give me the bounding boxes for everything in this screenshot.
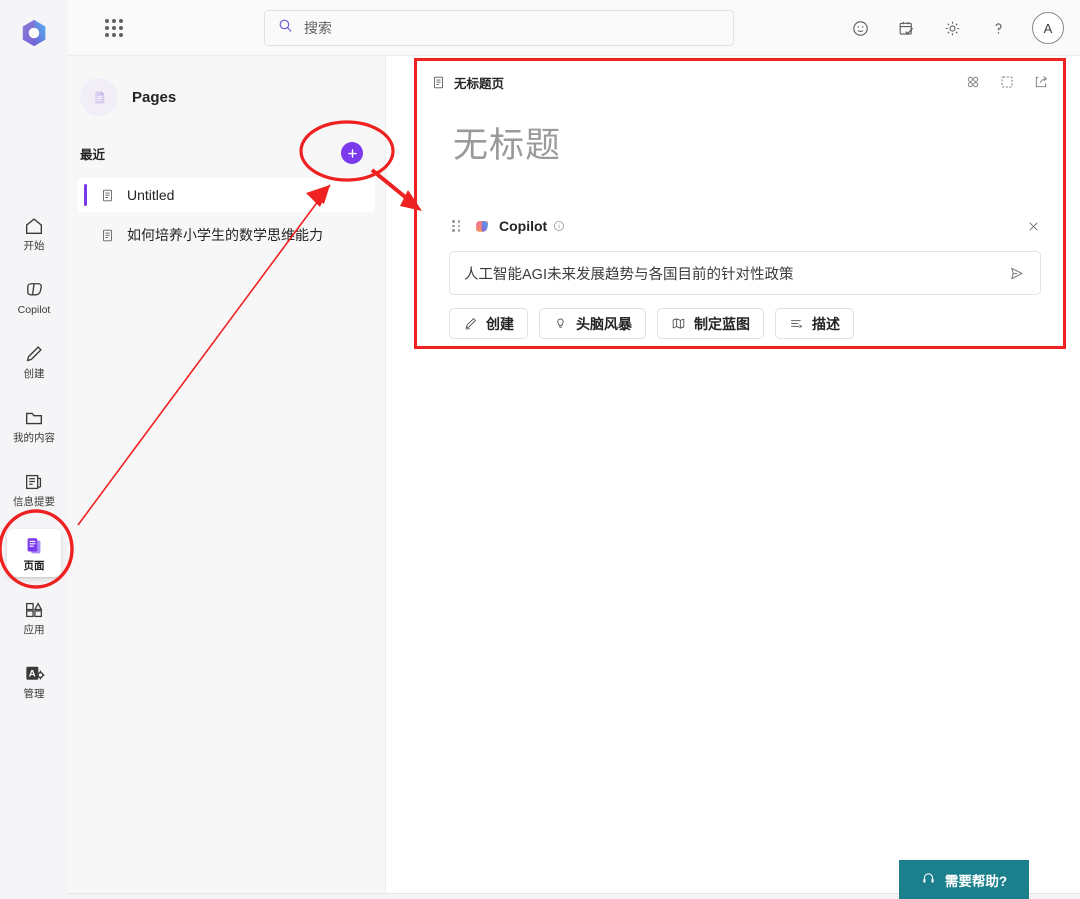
admin-icon: A [22, 662, 46, 686]
rail-item-list: 开始 Copilot 创建 我的内容 信息提要 页面 应用 A 管理 [0, 209, 68, 705]
pages-panel-title: Pages [132, 88, 177, 106]
map-icon [671, 316, 686, 331]
rail-item-pages[interactable]: 页面 [7, 529, 61, 577]
folder-icon [22, 406, 46, 430]
pages-panel-header: Pages [68, 56, 385, 116]
app-launcher-waffle-icon[interactable] [94, 8, 134, 48]
need-help-button[interactable]: 需要帮助? [899, 860, 1029, 899]
dashed-square-icon[interactable] [999, 74, 1015, 90]
copilot-prompt-value: 人工智能AGI未来发展趋势与各国目前的针对性政策 [464, 266, 794, 283]
rail-item-home[interactable]: 开始 [7, 209, 61, 257]
document-header: 无标题页 [417, 61, 1063, 103]
rail-item-apps[interactable]: 应用 [7, 593, 61, 641]
description-lines-icon [789, 316, 804, 331]
add-page-button[interactable] [341, 142, 363, 164]
feedback-smiley-icon[interactable] [844, 12, 876, 44]
apps-grid-icon [22, 598, 46, 622]
svg-text:A: A [28, 669, 35, 680]
rail-item-label: 我的内容 [13, 431, 55, 444]
search-placeholder: 搜索 [304, 20, 332, 36]
pages-panel: Pages 最近 Untitled 如何培养小学生的数学思维能力 [68, 56, 386, 894]
pages-icon [22, 534, 46, 558]
gear-icon[interactable] [936, 12, 968, 44]
describe-button-label: 描述 [812, 315, 840, 332]
send-arrow-icon[interactable] [1007, 264, 1026, 283]
help-question-icon[interactable] [982, 12, 1014, 44]
create-button[interactable]: 创建 [449, 308, 528, 339]
document-card: 无标题页 无标题 Copilot 人工智能AGI未来发展趋势与各国目前的针对性政… [414, 58, 1066, 349]
rail-item-label: 应用 [23, 623, 45, 636]
document-icon [100, 228, 115, 243]
need-help-label: 需要帮助? [944, 873, 1008, 889]
avatar-initial: A [1043, 20, 1053, 36]
microsoft-365-logo[interactable] [14, 13, 54, 53]
rail-item-label: 信息提要 [13, 495, 55, 508]
four-circles-icon[interactable] [965, 74, 981, 90]
document-avatar-icon [80, 78, 118, 116]
document-header-title: 无标题页 [454, 76, 505, 91]
feed-icon [22, 470, 46, 494]
document-icon [431, 75, 446, 90]
share-icon[interactable] [1033, 74, 1049, 90]
document-header-actions [965, 74, 1049, 90]
lightbulb-icon [553, 316, 568, 331]
rail-item-label: 开始 [23, 239, 45, 252]
blueprint-button[interactable]: 制定蓝图 [657, 308, 764, 339]
drag-handle-icon[interactable] [449, 220, 463, 232]
avatar[interactable]: A [1032, 12, 1064, 44]
rail-item-create[interactable]: 创建 [7, 337, 61, 385]
rail-item-copilot[interactable]: Copilot [7, 273, 61, 321]
app-root: 开始 Copilot 创建 我的内容 信息提要 页面 应用 A 管理 搜索 A … [0, 0, 1080, 899]
rail-item-admin[interactable]: A 管理 [7, 657, 61, 705]
rail-item-label: Copilot [17, 303, 51, 316]
left-rail: 开始 Copilot 创建 我的内容 信息提要 页面 应用 A 管理 [0, 0, 68, 899]
list-item-label: Untitled [127, 187, 175, 203]
brainstorm-button-label: 头脑风暴 [576, 315, 632, 332]
top-bar: 搜索 A [68, 0, 1080, 56]
recent-pages-list: Untitled 如何培养小学生的数学思维能力 [68, 178, 385, 252]
copilot-prompt-input[interactable]: 人工智能AGI未来发展趋势与各国目前的针对性政策 [449, 251, 1041, 295]
rail-item-feed[interactable]: 信息提要 [7, 465, 61, 513]
create-button-label: 创建 [486, 315, 514, 332]
search-icon [277, 17, 294, 39]
copilot-widget: Copilot 人工智能AGI未来发展趋势与各国目前的针对性政策 创建 头脑风暴… [449, 213, 1041, 339]
calendar-check-icon[interactable] [890, 12, 922, 44]
rail-item-label: 页面 [23, 559, 45, 572]
list-item[interactable]: Untitled [78, 178, 375, 212]
rail-item-label: 创建 [23, 367, 45, 380]
search-input[interactable]: 搜索 [264, 10, 734, 46]
home-icon [22, 214, 46, 238]
list-item[interactable]: 如何培养小学生的数学思维能力 [78, 218, 375, 252]
pencil-edit-icon [463, 316, 478, 331]
page-title[interactable]: 无标题 [417, 103, 1063, 168]
blueprint-button-label: 制定蓝图 [694, 315, 750, 332]
list-item-label: 如何培养小学生的数学思维能力 [127, 227, 323, 243]
headset-icon [921, 871, 936, 889]
close-icon[interactable] [1026, 219, 1041, 234]
copilot-widget-header: Copilot [449, 213, 1041, 239]
brainstorm-button[interactable]: 头脑风暴 [539, 308, 646, 339]
top-bar-icons: A [844, 0, 1064, 56]
copilot-widget-name: Copilot [499, 218, 548, 234]
main-canvas: 无标题页 无标题 Copilot 人工智能AGI未来发展趋势与各国目前的针对性政… [386, 56, 1080, 894]
info-circle-icon[interactable] [553, 220, 565, 232]
describe-button[interactable]: 描述 [775, 308, 854, 339]
copilot-action-buttons: 创建 头脑风暴 制定蓝图 描述 [449, 308, 1041, 339]
recent-label: 最近 [80, 147, 106, 162]
document-icon [100, 188, 115, 203]
rail-item-my-content[interactable]: 我的内容 [7, 401, 61, 449]
recent-section-header: 最近 [68, 116, 385, 164]
copilot-icon [22, 278, 46, 302]
copilot-logo-icon [473, 217, 492, 236]
rail-item-label: 管理 [23, 687, 45, 700]
pencil-icon [22, 342, 46, 366]
